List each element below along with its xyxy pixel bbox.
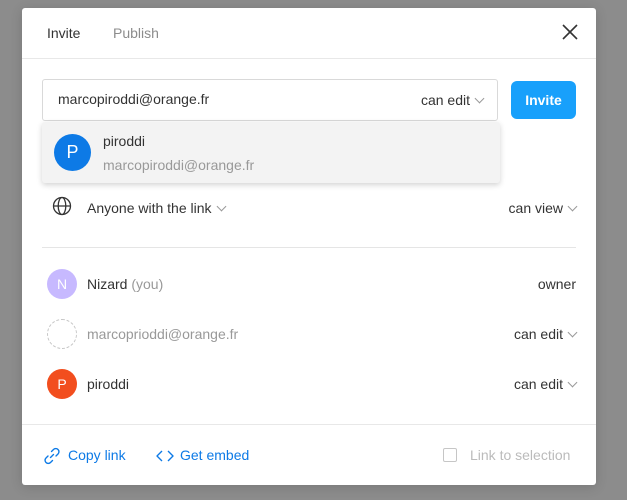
suggestion-email: marcopiroddi@orange.fr — [103, 157, 255, 173]
link-permission-select[interactable]: can view — [508, 200, 578, 216]
autocomplete-suggestion[interactable]: P piroddi marcopiroddi@orange.fr — [42, 122, 500, 183]
link-to-selection-label: Link to selection — [470, 447, 571, 463]
tab-invite[interactable]: Invite — [47, 25, 80, 41]
link-to-selection-checkbox[interactable] — [443, 448, 457, 462]
member-role: owner — [537, 276, 576, 292]
pending-avatar — [47, 319, 77, 349]
avatar: P — [54, 134, 91, 171]
avatar: N — [47, 269, 77, 299]
member-role-select[interactable]: can edit — [513, 326, 578, 342]
divider — [42, 247, 576, 248]
chevron-down-icon — [567, 377, 578, 388]
invite-permission-label: can edit — [420, 92, 470, 108]
chevron-down-icon — [216, 201, 226, 212]
share-modal: Invite Publish can edit Invite P piroddi… — [22, 8, 596, 485]
invite-permission-select[interactable]: can edit — [420, 92, 485, 108]
member-row: P piroddi can edit — [42, 369, 578, 403]
modal-header: Invite Publish — [22, 8, 596, 59]
member-role-label: can edit — [513, 376, 563, 392]
code-icon — [156, 450, 174, 462]
member-row: marcoprioddi@orange.fr can edit — [42, 319, 578, 353]
globe-icon — [52, 196, 72, 216]
modal-footer: Copy link Get embed Link to selection — [22, 424, 596, 486]
link-access-label: Anyone with the link — [87, 200, 212, 216]
member-name: Nizard (you) — [87, 276, 164, 292]
link-icon — [44, 447, 60, 465]
email-input[interactable] — [58, 91, 378, 107]
link-access-select[interactable]: Anyone with the link — [87, 200, 226, 216]
member-role-label: can edit — [513, 326, 563, 342]
avatar: P — [47, 369, 77, 399]
chevron-down-icon — [474, 93, 485, 104]
link-access-row: Anyone with the link can view — [42, 196, 578, 222]
invite-button[interactable]: Invite — [511, 81, 576, 119]
member-row: N Nizard (you) owner — [42, 269, 576, 303]
member-name: marcoprioddi@orange.fr — [87, 326, 239, 342]
email-field-container: can edit — [42, 79, 498, 121]
chevron-down-icon — [567, 327, 578, 338]
suggestion-name: piroddi — [103, 133, 146, 149]
get-embed-label: Get embed — [180, 447, 250, 463]
member-name: piroddi — [87, 376, 130, 392]
member-role-select[interactable]: can edit — [513, 376, 578, 392]
tab-publish[interactable]: Publish — [113, 25, 159, 41]
link-permission-label: can view — [508, 200, 563, 216]
chevron-down-icon — [567, 201, 578, 212]
close-icon[interactable] — [560, 22, 580, 42]
copy-link-label: Copy link — [68, 447, 126, 463]
